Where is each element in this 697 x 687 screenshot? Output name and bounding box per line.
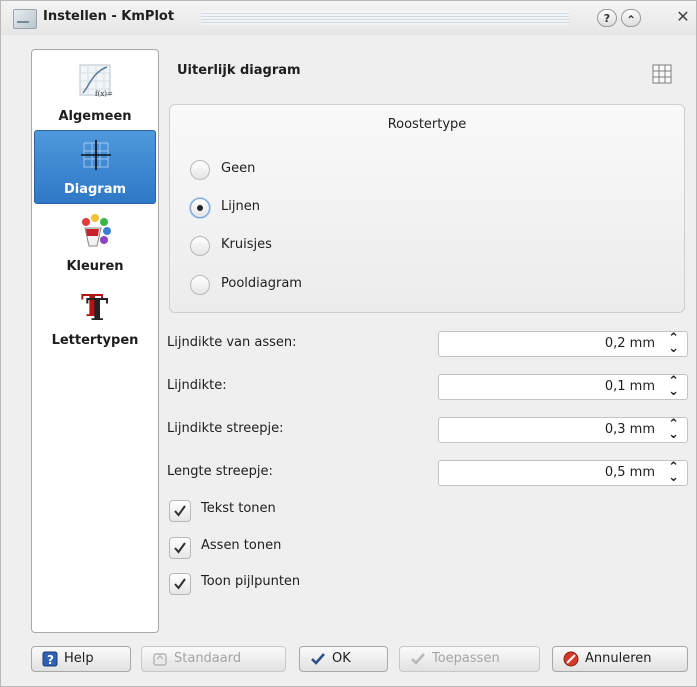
tick-linewidth-label: Lijndikte streepje: (167, 421, 284, 436)
cancel-icon (563, 651, 579, 667)
spinbox-value: 0,3 mm (604, 422, 655, 437)
spin-arrows-icon[interactable]: ⌃ ⌄ (668, 418, 679, 441)
help-book-icon: ? (42, 651, 58, 667)
apply-button[interactable]: Toepassen (399, 646, 540, 672)
sidebar-item-label: Lettertypen (51, 333, 139, 348)
title-bar-decoration (201, 11, 569, 25)
check-mark-icon (174, 505, 186, 517)
axes-linewidth-label: Lijndikte van assen: (167, 335, 297, 350)
spin-arrows-icon[interactable]: ⌃ ⌄ (668, 461, 679, 484)
spinbox-value: 0,2 mm (604, 336, 655, 351)
function-graph-icon: f(x)= (79, 64, 113, 98)
button-label: Annuleren (585, 651, 652, 666)
ok-button[interactable]: OK (299, 646, 388, 672)
sidebar-item-lettertypen[interactable]: T T Lettertypen (34, 280, 156, 354)
check-icon (411, 653, 425, 665)
sidebar-item-kleuren[interactable]: Kleuren (34, 206, 156, 280)
kmplot-app-icon (13, 9, 37, 29)
radio-button[interactable] (190, 198, 210, 218)
radio-button[interactable] (190, 236, 210, 256)
tick-linewidth-spinbox[interactable]: 0,3 mm ⌃ ⌄ (438, 417, 688, 443)
svg-text:f(x)=: f(x)= (95, 90, 113, 98)
linewidth-spinbox[interactable]: 0,1 mm ⌃ ⌄ (438, 374, 688, 400)
group-title: Roostertype (387, 117, 467, 132)
radio-label: Pooldiagram (221, 276, 302, 291)
spin-arrows-icon[interactable]: ⌃ ⌄ (668, 375, 679, 398)
spinbox-value: 0,5 mm (604, 465, 655, 480)
grid-type-group: Roostertype Geen Lijnen Kruisjes Pooldia… (169, 104, 685, 313)
sidebar-item-label: Algemeen (58, 109, 132, 124)
shade-icon[interactable]: ⌃ (621, 9, 641, 27)
axes-grid-icon (81, 140, 111, 170)
button-label: Help (64, 651, 94, 666)
spinbox-value: 0,1 mm (604, 379, 655, 394)
page-title: Uiterlijk diagram (177, 63, 301, 78)
defaults-button[interactable]: Standaard (141, 646, 286, 672)
sidebar-item-diagram[interactable]: Diagram (34, 130, 156, 204)
tick-length-spinbox[interactable]: 0,5 mm ⌃ ⌄ (438, 460, 688, 486)
sidebar-item-label: Kleuren (66, 259, 124, 274)
svg-text:?: ? (47, 653, 54, 667)
sidebar: f(x)= Algemeen Diagram Kleuren T T Lette… (31, 49, 159, 633)
spin-arrows-icon[interactable]: ⌃ ⌄ (668, 332, 679, 355)
button-label: OK (332, 651, 351, 666)
show-axes-checkbox[interactable] (169, 537, 191, 559)
linewidth-label: Lijndikte: (167, 378, 227, 393)
check-mark-icon (174, 578, 186, 590)
tick-length-label: Lengte streepje: (167, 464, 273, 479)
radio-label: Lijnen (221, 199, 260, 214)
svg-text:T: T (86, 293, 109, 322)
defaults-icon (153, 653, 167, 666)
button-label: Toepassen (432, 651, 500, 666)
cancel-button[interactable]: Annuleren (552, 646, 688, 672)
title-bar[interactable]: Instellen - KmPlot ? ⌃ ✕ (1, 1, 696, 35)
settings-dialog: Instellen - KmPlot ? ⌃ ✕ f(x)= Algemeen … (0, 0, 697, 687)
color-palette-icon (82, 214, 111, 247)
radio-button[interactable] (190, 160, 210, 180)
checkbox-label: Toon pijlpunten (201, 574, 301, 589)
button-label: Standaard (174, 651, 242, 666)
window-title: Instellen - KmPlot (43, 9, 175, 24)
help-button[interactable]: ? Help (31, 646, 131, 672)
check-mark-icon (174, 542, 186, 554)
sidebar-item-label: Diagram (63, 182, 127, 197)
radio-button[interactable] (190, 275, 210, 295)
check-icon (311, 653, 325, 665)
font-icon: T T (81, 289, 109, 322)
checkbox-label: Tekst tonen (201, 501, 276, 516)
show-text-checkbox[interactable] (169, 500, 191, 522)
show-arrows-checkbox[interactable] (169, 573, 191, 595)
checkbox-label: Assen tonen (201, 538, 282, 553)
radio-label: Kruisjes (221, 237, 272, 252)
grid-icon (652, 64, 672, 84)
sidebar-item-algemeen[interactable]: f(x)= Algemeen (34, 56, 156, 130)
close-icon[interactable]: ✕ (673, 7, 693, 27)
axes-linewidth-spinbox[interactable]: 0,2 mm ⌃ ⌄ (438, 331, 688, 357)
radio-label: Geen (221, 161, 256, 176)
help-icon[interactable]: ? (597, 9, 617, 27)
